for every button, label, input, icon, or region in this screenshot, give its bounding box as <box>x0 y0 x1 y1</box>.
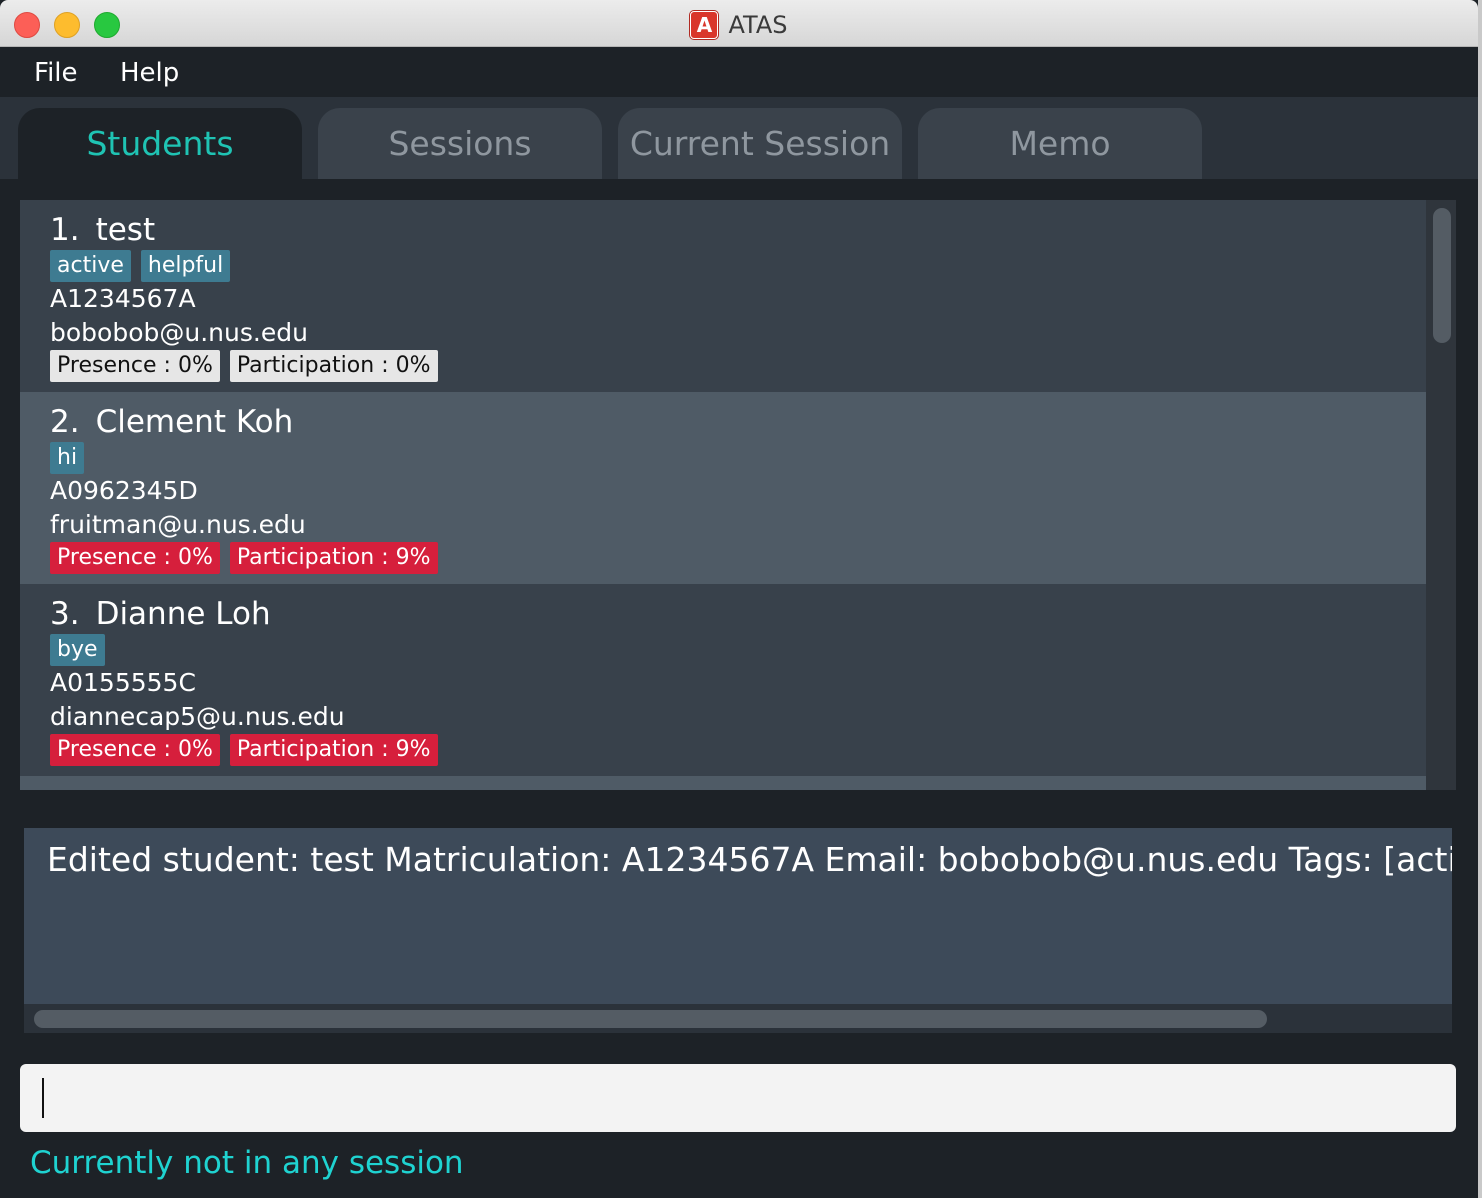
window-edge <box>1478 0 1482 1198</box>
app-logo-icon: A <box>690 11 719 39</box>
student-tags: bye <box>50 634 115 666</box>
window-title: ATAS <box>728 11 788 39</box>
student-email: bobobob@u.nus.edu <box>50 318 308 347</box>
result-display: Edited student: test Matriculation: A123… <box>24 828 1452 1033</box>
title-bar: A ATAS <box>0 0 1478 47</box>
menu-help[interactable]: Help <box>120 58 179 88</box>
result-message: Edited student: test Matriculation: A123… <box>47 840 1452 879</box>
tab-memo[interactable]: Memo <box>918 108 1202 179</box>
student-card[interactable]: 3. Dianne Loh bye A0155555C diannecap5@u.… <box>20 584 1426 776</box>
list-scrollbar-thumb[interactable] <box>1433 208 1451 343</box>
student-index: 1. <box>50 212 80 248</box>
menu-file[interactable]: File <box>34 58 78 88</box>
student-email: fruitman@u.nus.edu <box>50 510 306 539</box>
student-matric: A1234567A <box>50 284 196 313</box>
student-matric: A0155555C <box>50 668 196 697</box>
session-status: Currently not in any session <box>30 1145 464 1181</box>
student-stats: Presence : 0% Participation : 0% <box>50 350 448 382</box>
participation-badge: Participation : 9% <box>229 542 438 574</box>
participation-badge: Participation : 9% <box>229 734 438 766</box>
student-name-row: 2. Clement Koh <box>50 404 293 440</box>
student-tag: active <box>50 250 131 282</box>
presence-badge: Presence : 0% <box>50 542 220 574</box>
student-name: Dianne Loh <box>95 596 271 632</box>
student-name-row: 3. Dianne Loh <box>50 596 271 632</box>
student-email: diannecap5@u.nus.edu <box>50 702 345 731</box>
student-tag: helpful <box>140 250 231 282</box>
student-index: 2. <box>50 404 80 440</box>
student-tags: active helpful <box>50 250 240 282</box>
student-stats: Presence : 0% Participation : 9% <box>50 542 448 574</box>
tab-bar: Students Sessions Current Session Memo <box>0 97 1478 179</box>
student-stats: Presence : 0% Participation : 9% <box>50 734 448 766</box>
tab-current-session[interactable]: Current Session <box>618 108 902 179</box>
command-input[interactable] <box>20 1064 1456 1132</box>
result-scrollbar-thumb[interactable] <box>34 1010 1267 1028</box>
window-title-area: A ATAS <box>0 10 1478 39</box>
student-matric: A0962345D <box>50 476 198 505</box>
student-tag: hi <box>50 442 85 474</box>
presence-badge: Presence : 0% <box>50 350 220 382</box>
student-card[interactable]: 2. Clement Koh hi A0962345D fruitman@u.nu… <box>20 392 1426 584</box>
student-name: test <box>95 212 156 248</box>
result-horizontal-scrollbar[interactable] <box>24 1004 1452 1033</box>
tab-sessions[interactable]: Sessions <box>318 108 602 179</box>
menu-bar: File Help <box>0 47 1478 97</box>
student-tags: hi <box>50 442 94 474</box>
student-name: Clement Koh <box>95 404 294 440</box>
student-name-row: 1. test <box>50 212 155 248</box>
tab-students[interactable]: Students <box>18 108 302 179</box>
student-tag: bye <box>50 634 105 666</box>
student-index: 3. <box>50 596 80 632</box>
student-card-partial[interactable] <box>20 776 1426 790</box>
participation-badge: Participation : 0% <box>229 350 438 382</box>
student-list[interactable]: 1. test active helpful A1234567A bobobob@u… <box>20 200 1456 790</box>
student-card[interactable]: 1. test active helpful A1234567A bobobob@u… <box>20 200 1426 392</box>
text-caret <box>42 1078 44 1118</box>
presence-badge: Presence : 0% <box>50 734 220 766</box>
